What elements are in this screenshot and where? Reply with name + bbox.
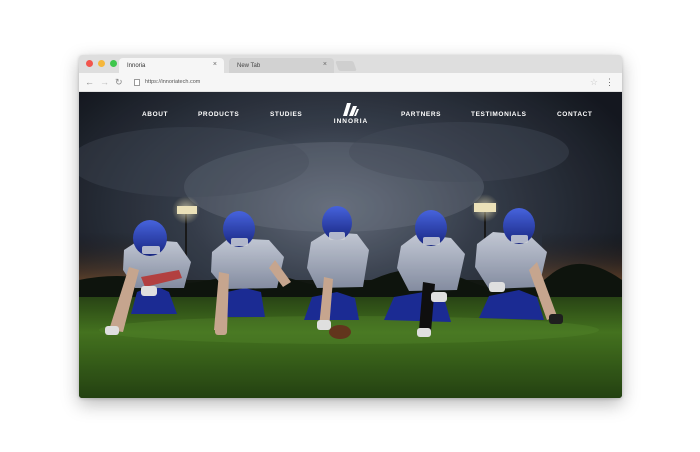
nav-link-studies[interactable]: STUDIES <box>270 111 302 119</box>
page-icon <box>134 79 140 86</box>
browser-toolbar: ← → ↻ https://innoriatech.com ☆ ⋮ <box>79 73 622 92</box>
nav-link-partners[interactable]: PARTNERS <box>401 111 441 119</box>
window-controls <box>86 60 117 67</box>
back-arrow-icon[interactable]: ← <box>85 76 94 88</box>
forward-arrow-icon[interactable]: → <box>100 76 109 88</box>
minimize-window-button[interactable] <box>98 60 105 67</box>
brand-logo[interactable]: INNORIA <box>332 103 370 127</box>
nav-link-contact[interactable]: CONTACT <box>557 111 593 119</box>
tab-innoria[interactable]: Innoria × <box>119 58 224 73</box>
maximize-window-button[interactable] <box>110 60 117 67</box>
tab-strip: Innoria × New Tab × <box>79 55 622 73</box>
innoria-logo-icon <box>343 103 359 116</box>
browser-menu-icon[interactable]: ⋮ <box>605 76 614 88</box>
nav-link-testimonials[interactable]: TESTIMONIALS <box>471 111 527 119</box>
hero-image <box>79 92 622 398</box>
new-tab-button[interactable] <box>335 61 357 71</box>
bookmark-star-icon[interactable]: ☆ <box>590 76 598 88</box>
brand-name: INNORIA <box>333 118 369 125</box>
screenshot-stage: Innoria × New Tab × ← → ↻ https://innori… <box>0 0 700 452</box>
close-tab-icon[interactable]: × <box>213 61 217 68</box>
nav-link-about[interactable]: ABOUT <box>142 111 168 119</box>
tab-title: New Tab <box>237 62 261 69</box>
tab-title: Innoria <box>127 62 146 69</box>
close-tab-icon[interactable]: × <box>323 61 327 68</box>
nav-link-products[interactable]: PRODUCTS <box>198 111 239 119</box>
reload-icon[interactable]: ↻ <box>115 76 123 88</box>
address-bar[interactable]: https://innoriatech.com <box>145 78 200 86</box>
web-page: ABOUT PRODUCTS STUDIES INNORIA PARTNERS … <box>79 92 622 398</box>
site-nav: ABOUT PRODUCTS STUDIES INNORIA PARTNERS … <box>79 92 622 132</box>
browser-window: Innoria × New Tab × ← → ↻ https://innori… <box>79 55 622 398</box>
tab-new-tab[interactable]: New Tab × <box>229 58 334 73</box>
close-window-button[interactable] <box>86 60 93 67</box>
